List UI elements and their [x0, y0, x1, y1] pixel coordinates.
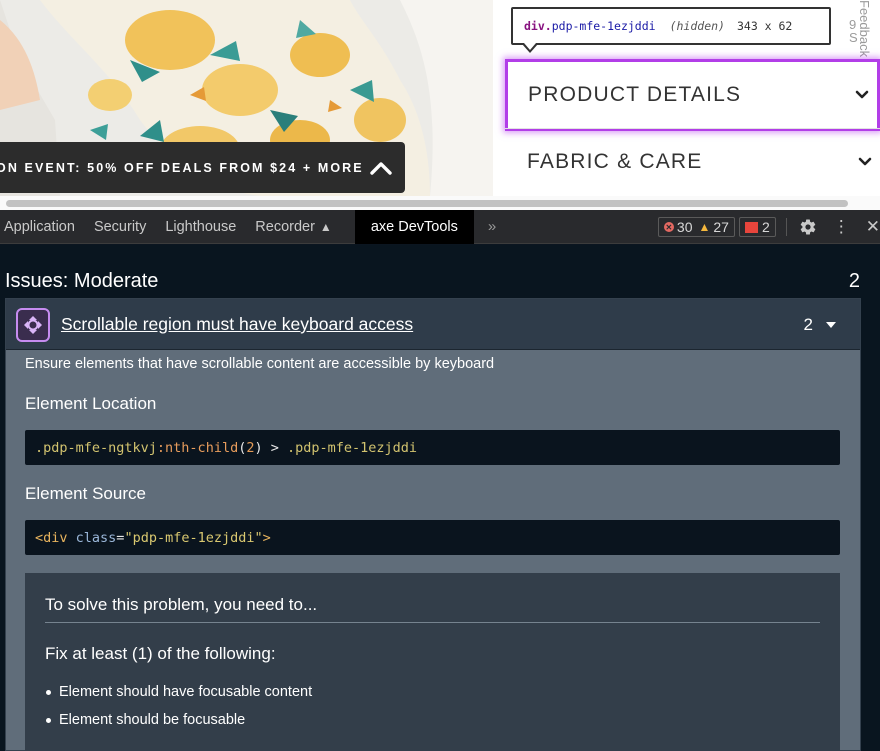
more-tabs-button[interactable]: » — [488, 218, 496, 235]
code-eq: = — [116, 529, 125, 546]
warning-count: 27 — [713, 219, 729, 235]
close-icon[interactable]: ✕ — [866, 217, 880, 237]
page: ON EVENT: 50% OFF DEALS FROM $24 + MORE … — [0, 0, 880, 751]
fix-item: Element should be focusable — [45, 712, 246, 728]
tooltip-state: (hidden) — [669, 19, 725, 33]
solve-box: To solve this problem, you need to... Fi… — [25, 573, 840, 751]
code-tag: > — [262, 529, 271, 546]
toolbar-divider — [785, 218, 787, 236]
code-selector: .pdp-mfe-ngtkvj — [35, 439, 157, 456]
axe-panel: Issues: Moderate 2 Scrollable region mus… — [0, 245, 880, 751]
tooltip-dot: . — [544, 19, 552, 33]
tab-recorder-label: Recorder — [255, 218, 315, 235]
tooltip-class: pdp-mfe-1ezjddi — [551, 19, 656, 33]
crosshair-icon — [24, 316, 42, 334]
webpage-viewport: ON EVENT: 50% OFF DEALS FROM $24 + MORE … — [0, 0, 880, 210]
tab-axe-devtools[interactable]: axe DevTools — [354, 209, 474, 244]
issues-heading-count: 2 — [848, 270, 860, 292]
tab-recorder[interactable]: Recorder ▲ — [255, 210, 351, 244]
flask-icon: ▲ — [319, 219, 332, 234]
accordion-fabric-care[interactable]: FABRIC & CARE — [505, 128, 880, 194]
code-string: "pdp-mfe-1ezjddi" — [124, 529, 263, 546]
fix-title: Fix at least (1) of the following: — [45, 644, 276, 663]
code-selector: .pdp-mfe-1ezjddi — [287, 439, 418, 456]
issue-flag-icon — [744, 221, 758, 233]
code-paren: ( — [238, 439, 247, 456]
issue-description: Ensure elements that have scrollable con… — [25, 356, 495, 372]
chevron-up-icon[interactable] — [370, 161, 392, 175]
promo-banner[interactable]: ON EVENT: 50% OFF DEALS FROM $24 + MORE — [0, 142, 405, 193]
error-icon: ✕ — [663, 222, 674, 232]
code-attr: class — [67, 529, 117, 546]
gear-icon[interactable] — [799, 218, 817, 236]
caret-down-icon[interactable] — [826, 322, 836, 328]
issues-count: 2 — [761, 219, 770, 235]
error-warning-counter[interactable]: ✕ 30 ▲ 27 — [657, 217, 735, 237]
tab-security[interactable]: Security — [94, 210, 165, 244]
issue-title-link[interactable]: Scrollable region must have keyboard acc… — [61, 314, 413, 335]
feedback-tab[interactable]: Feedback — [856, 0, 872, 57]
devtools-toolbar: Application Security Lighthouse Recorder… — [0, 209, 880, 244]
element-location-heading: Element Location — [25, 394, 157, 413]
kebab-menu-icon[interactable]: ⋮ — [833, 217, 850, 237]
accordion-label: FABRIC & CARE — [527, 149, 703, 173]
tab-lighthouse[interactable]: Lighthouse — [165, 210, 255, 244]
accordion-product-details[interactable]: PRODUCT DETAILS — [505, 59, 880, 131]
issue-count: 2 — [803, 315, 813, 334]
horizontal-scrollbar-thumb[interactable] — [6, 200, 848, 207]
issue-card: Scrollable region must have keyboard acc… — [5, 298, 861, 751]
divider — [45, 622, 820, 623]
code-pseudo: :nth-child — [156, 439, 239, 456]
chevron-down-icon — [858, 157, 872, 165]
highlight-element-button[interactable] — [16, 308, 50, 342]
code-tag: <div — [35, 529, 68, 546]
element-location-code: .pdp-mfe-ngtkvj:nth-child(2) > .pdp-mfe-… — [25, 430, 840, 465]
fix-item: Element should have focusable content — [45, 684, 313, 700]
promo-text: ON EVENT: 50% OFF DEALS FROM $24 + MORE — [0, 160, 364, 175]
chevron-down-icon — [855, 90, 869, 99]
tooltip-size: 343 x 62 — [736, 19, 793, 33]
code-number: 2 — [246, 439, 255, 456]
tooltip-tag: div — [524, 19, 545, 33]
error-count: 30 — [676, 219, 693, 235]
element-source-code: <div class = "pdp-mfe-1ezjddi" > — [25, 520, 840, 555]
code-paren: ) — [254, 439, 263, 456]
inspect-tooltip: div. pdp-mfe-1ezjddi (hidden) 343 x 62 — [511, 7, 831, 45]
devtools-toolbar-right: ✕ 30 ▲ 27 2 ⋮ ✕ — [657, 210, 880, 244]
accordion-label: PRODUCT DETAILS — [528, 83, 742, 106]
warning-icon: ▲ — [698, 220, 711, 234]
element-source-heading: Element Source — [25, 484, 146, 503]
tab-application[interactable]: Application — [0, 210, 94, 244]
code-combinator: > — [262, 439, 288, 456]
tooltip-arrow-inner — [524, 43, 536, 50]
issues-counter[interactable]: 2 — [738, 217, 776, 237]
issue-header[interactable]: Scrollable region must have keyboard acc… — [6, 299, 860, 350]
issues-heading: Issues: Moderate — [5, 270, 159, 292]
solve-title: To solve this problem, you need to... — [45, 595, 318, 614]
vertical-scrollbar[interactable] — [864, 298, 880, 751]
